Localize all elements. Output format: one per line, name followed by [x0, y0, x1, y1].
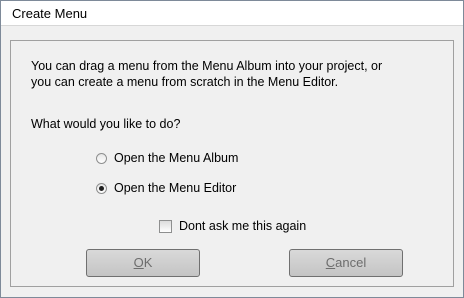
- radio-button[interactable]: [96, 152, 107, 164]
- window-title: Create Menu: [12, 6, 88, 21]
- dont-ask-checkbox-row[interactable]: Dont ask me this again: [159, 219, 306, 233]
- cancel-button[interactable]: Cancel: [289, 249, 403, 277]
- radio-button-selected[interactable]: [96, 182, 107, 194]
- message-line-1: You can drag a menu from the Menu Album …: [31, 59, 383, 73]
- message-line-2: you can create a menu from scratch in th…: [31, 75, 339, 89]
- dialog-content: You can drag a menu from the Menu Album …: [10, 40, 454, 287]
- title-bar: Create Menu: [1, 1, 463, 26]
- question-label: What would you like to do?: [31, 117, 181, 131]
- ok-mnemonic: O: [133, 255, 144, 270]
- option-open-menu-album[interactable]: Open the Menu Album: [96, 151, 238, 165]
- message-text: You can drag a menu from the Menu Album …: [31, 58, 451, 90]
- option-label: Open the Menu Album: [114, 151, 239, 165]
- dont-ask-checkbox[interactable]: [159, 219, 172, 233]
- cancel-mnemonic: C: [325, 255, 336, 270]
- option-label: Open the Menu Editor: [114, 181, 237, 195]
- cancel-label-rest: ancel: [335, 255, 367, 270]
- option-open-menu-editor[interactable]: Open the Menu Editor: [96, 181, 236, 195]
- ok-button[interactable]: OK: [86, 249, 200, 277]
- create-menu-dialog: Create Menu You can drag a menu from the…: [0, 0, 464, 298]
- dont-ask-label: Dont ask me this again: [179, 219, 307, 233]
- ok-label-rest: K: [143, 255, 153, 270]
